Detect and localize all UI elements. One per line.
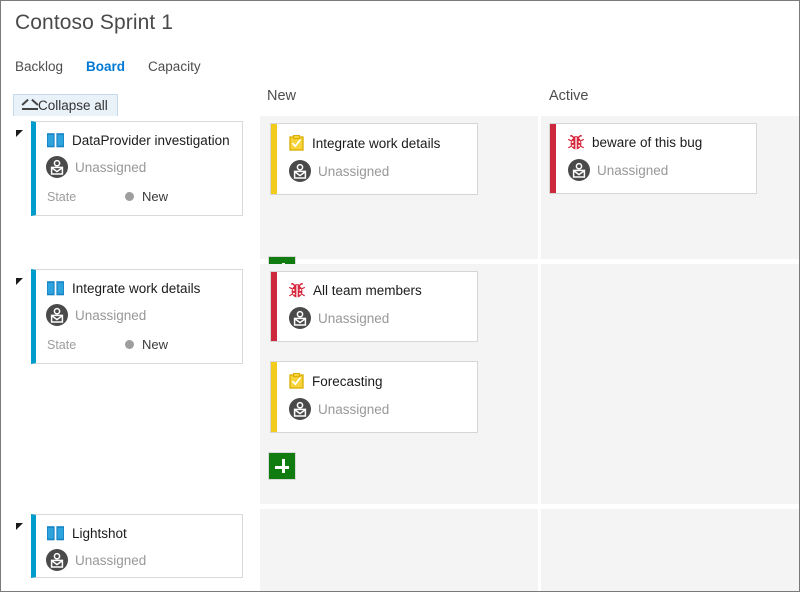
backlog-item-title: Lightshot [72, 526, 127, 541]
unassigned-avatar-icon [46, 549, 68, 571]
column-header-active: Active [549, 88, 589, 104]
task-clipboard-icon [289, 135, 304, 151]
card-assignee: Unassigned [318, 402, 389, 417]
collapse-triangle-icon[interactable] [16, 523, 23, 530]
unassigned-avatar-icon [289, 160, 311, 182]
unassigned-avatar-icon [46, 304, 68, 326]
nav-tabs: Backlog Board Capacity [15, 59, 201, 74]
bug-ladybug-icon [289, 283, 305, 298]
collapse-triangle-icon[interactable] [16, 278, 23, 285]
card-assignee: Unassigned [318, 164, 389, 179]
tab-board[interactable]: Board [86, 59, 125, 74]
unassigned-avatar-icon [568, 159, 590, 181]
backlog-item-assignee: Unassigned [75, 160, 146, 175]
card-accent-bar [271, 124, 277, 194]
backlog-item-assignee: Unassigned [75, 308, 146, 323]
lane-2-new-cell[interactable]: All team members Una [260, 264, 538, 504]
card-title: All team members [313, 283, 422, 298]
column-header-new: New [267, 88, 296, 104]
bug-ladybug-icon [568, 135, 584, 150]
tab-backlog[interactable]: Backlog [15, 59, 63, 74]
swimlane-row-3: Lightshot Unassigned [1, 509, 799, 591]
backlog-item-title: Integrate work details [72, 281, 200, 296]
board-card-integrate-work-details[interactable]: Integrate work details [270, 123, 478, 195]
lane-3-backlog-cell: Lightshot Unassigned [1, 509, 257, 591]
page-title: Contoso Sprint 1 [15, 11, 173, 35]
swimlane-row-2: Integrate work details [1, 264, 799, 504]
column-headers: New Active [1, 86, 799, 114]
board-grid: New Active [1, 86, 799, 591]
card-title: Forecasting [312, 374, 383, 389]
lane-2-active-cell[interactable] [541, 264, 799, 504]
collapse-triangle-icon[interactable] [16, 130, 23, 137]
lane-2-backlog-cell: Integrate work details [1, 264, 257, 504]
lane-1-new-cell[interactable]: Integrate work details [260, 116, 538, 259]
card-assignee: Unassigned [597, 163, 668, 178]
unassigned-avatar-icon [46, 156, 68, 178]
lane-1-active-cell[interactable]: beware of this bug U [541, 116, 799, 259]
card-accent-bar [271, 362, 277, 432]
swimlane-row-1: DataProvider investigation [1, 116, 799, 259]
card-accent-bar [550, 124, 556, 193]
backlog-item-state-label: State [47, 338, 125, 352]
add-card-button[interactable] [268, 452, 296, 480]
card-accent-bar [271, 272, 277, 341]
state-dot-icon [125, 340, 134, 349]
unassigned-avatar-icon [289, 398, 311, 420]
unassigned-avatar-icon [289, 307, 311, 329]
state-dot-icon [125, 192, 134, 201]
task-clipboard-icon [289, 373, 304, 389]
pbi-book-icon [47, 133, 64, 148]
tab-capacity[interactable]: Capacity [148, 59, 201, 74]
backlog-item-assignee: Unassigned [75, 553, 146, 568]
backlog-item-title: DataProvider investigation [72, 133, 230, 148]
lane-3-active-cell[interactable] [541, 509, 799, 591]
backlog-item-state-value: New [142, 337, 168, 352]
lane-3-new-cell[interactable] [260, 509, 538, 591]
backlog-item-state-label: State [47, 190, 125, 204]
backlog-item-state-value: New [142, 189, 168, 204]
card-assignee: Unassigned [318, 311, 389, 326]
pbi-book-icon [47, 526, 64, 541]
board-card-beware-of-this-bug[interactable]: beware of this bug U [549, 123, 757, 194]
lane-1-backlog-cell: DataProvider investigation [1, 116, 257, 259]
board-card-forecasting[interactable]: Forecasting Unassign [270, 361, 478, 433]
sprint-board-page: Contoso Sprint 1 Backlog Board Capacity … [0, 0, 800, 592]
board-card-all-team-members[interactable]: All team members Una [270, 271, 478, 342]
card-title: Integrate work details [312, 136, 440, 151]
card-title: beware of this bug [592, 135, 702, 150]
pbi-book-icon [47, 281, 64, 296]
